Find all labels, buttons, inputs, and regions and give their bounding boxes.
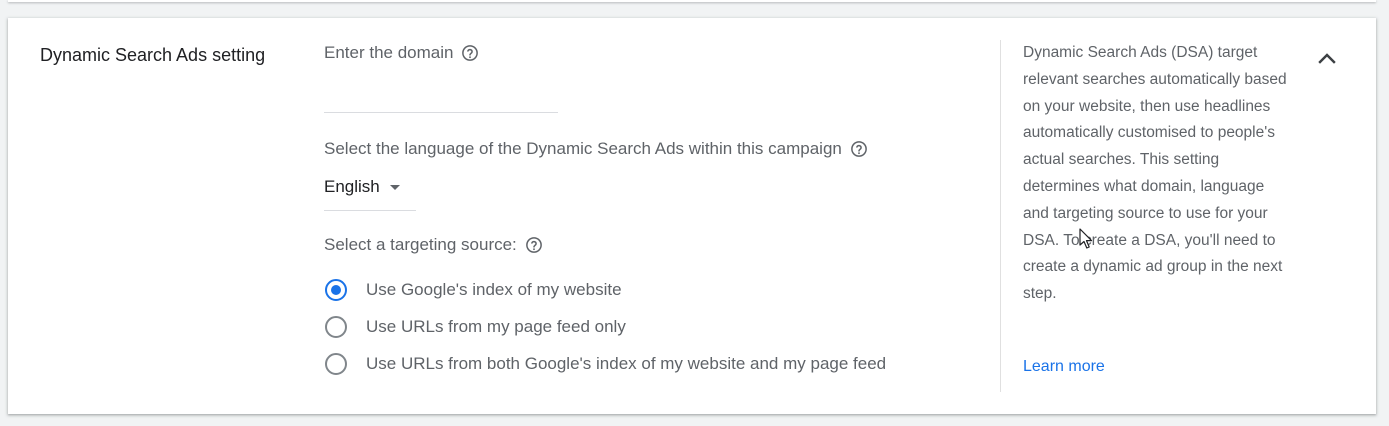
targeting-option-label: Use URLs from both Google's index of my … (366, 354, 887, 373)
targeting-option-both[interactable]: Use URLs from both Google's index of my … (325, 353, 886, 375)
targeting-option-page-feed[interactable]: Use URLs from my page feed only (325, 316, 626, 338)
domain-label: Enter the domain (324, 43, 454, 62)
targeting-label: Select a targeting source: (324, 235, 517, 254)
language-label: Select the language of the Dynamic Searc… (324, 139, 842, 158)
help-circle-icon[interactable] (850, 140, 868, 158)
chevron-up-icon (1318, 53, 1336, 64)
targeting-label-row: Select a targeting source: (324, 235, 543, 255)
targeting-option-label: Use Google's index of my website (366, 280, 622, 299)
radio-button[interactable] (325, 316, 347, 338)
radio-button-checked[interactable] (325, 279, 347, 301)
radio-button[interactable] (325, 353, 347, 375)
language-select-value: English (324, 177, 380, 196)
collapse-button[interactable] (1313, 44, 1341, 72)
targeting-option-google-index[interactable]: Use Google's index of my website (325, 279, 622, 301)
language-label-row: Select the language of the Dynamic Searc… (324, 139, 868, 159)
language-select[interactable]: English (324, 176, 416, 211)
section-title: Dynamic Search Ads setting (40, 45, 266, 65)
previous-panel-edge (8, 0, 1376, 2)
dropdown-arrow-icon (389, 185, 400, 190)
help-circle-icon[interactable] (525, 236, 543, 254)
learn-more-link[interactable]: Learn more (1023, 358, 1105, 376)
help-circle-icon[interactable] (461, 44, 479, 62)
targeting-option-label: Use URLs from my page feed only (366, 317, 626, 336)
domain-label-row: Enter the domain (324, 43, 479, 63)
help-description: Dynamic Search Ads (DSA) target relevant… (1023, 44, 1287, 303)
vertical-divider (1000, 40, 1001, 392)
domain-input[interactable] (324, 88, 558, 113)
dsa-settings-panel: Dynamic Search Ads setting Enter the dom… (8, 18, 1376, 414)
